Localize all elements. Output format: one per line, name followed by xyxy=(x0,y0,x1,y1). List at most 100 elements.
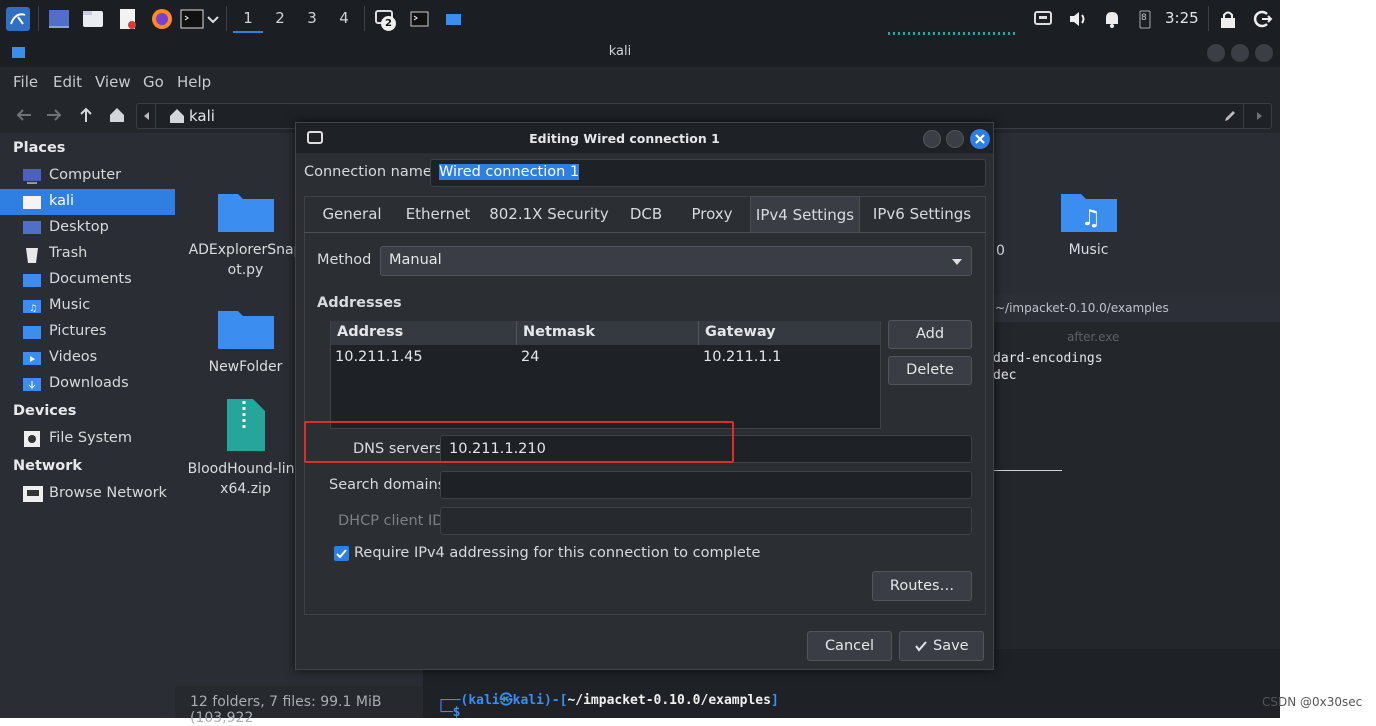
add-button[interactable]: Add xyxy=(888,320,972,349)
column-header-address[interactable]: Address xyxy=(331,321,517,345)
caret-left-icon[interactable] xyxy=(142,110,152,122)
sidebar-item-documents[interactable]: Documents xyxy=(0,267,175,293)
require-ipv4-checkbox[interactable] xyxy=(334,546,349,561)
terminal-output-line: dec xyxy=(993,368,1017,383)
cpu-graph xyxy=(888,32,1018,35)
sidebar-item-computer[interactable]: Computer xyxy=(0,163,175,189)
close-icon[interactable] xyxy=(970,129,990,149)
column-header-gateway[interactable]: Gateway xyxy=(699,321,880,345)
workspace-3[interactable]: 3 xyxy=(297,4,327,33)
notifications-bell-icon[interactable] xyxy=(1100,7,1124,31)
firefox-icon[interactable] xyxy=(150,7,174,31)
save-button[interactable]: Save xyxy=(899,631,984,661)
file-item[interactable]: ♫ Music xyxy=(1051,188,1126,260)
method-dropdown[interactable]: Manual xyxy=(380,246,972,276)
sidebar-item-desktop[interactable]: Desktop xyxy=(0,215,175,241)
cancel-button[interactable]: Cancel xyxy=(807,631,892,661)
top-panel: 1 2 3 4 2 8 3:25 xyxy=(0,0,1280,37)
menu-view[interactable]: View xyxy=(95,73,131,91)
forward-arrow-icon[interactable] xyxy=(45,107,63,123)
edit-connection-dialog: Editing Wired connection 1 Connection na… xyxy=(295,122,994,670)
menu-help[interactable]: Help xyxy=(177,73,211,91)
cell-netmask[interactable]: 24 xyxy=(521,349,539,365)
maximize-button[interactable] xyxy=(946,130,964,148)
workspace-1[interactable]: 1 xyxy=(233,4,263,33)
column-header-netmask[interactable]: Netmask xyxy=(517,321,699,345)
dropdown-arrow-icon xyxy=(951,258,963,266)
cell-address[interactable]: 10.211.1.45 xyxy=(335,349,423,365)
location-crumb[interactable]: kali xyxy=(189,107,215,125)
sidebar-item-downloads[interactable]: Downloads xyxy=(0,371,175,397)
file-manager-icon[interactable] xyxy=(81,7,105,31)
file-item[interactable]: BloodHound-linu x64.zip xyxy=(183,397,308,499)
dns-highlight-box xyxy=(304,421,734,463)
minimize-button[interactable] xyxy=(1207,44,1225,62)
home-icon[interactable] xyxy=(108,106,126,124)
svg-text:♫: ♫ xyxy=(29,304,37,314)
delete-button[interactable]: Delete xyxy=(888,356,972,385)
file-item[interactable]: ADExplorerSnap ot.py xyxy=(183,188,308,280)
text-editor-icon[interactable] xyxy=(116,7,140,31)
pictures-icon xyxy=(22,323,42,341)
chevron-down-icon[interactable] xyxy=(206,7,220,31)
clock[interactable]: 3:25 xyxy=(1165,9,1199,27)
terminal-task-icon[interactable] xyxy=(408,7,432,31)
menu-edit[interactable]: Edit xyxy=(53,73,82,91)
edit-location-pencil-icon[interactable] xyxy=(1223,109,1237,123)
documents-icon xyxy=(22,271,42,289)
back-arrow-icon[interactable] xyxy=(15,107,33,123)
network-editor-task-icon[interactable]: 2 xyxy=(374,7,398,31)
tab-proxy[interactable]: Proxy xyxy=(682,196,742,232)
cell-gateway[interactable]: 10.211.1.1 xyxy=(703,349,781,365)
terminal-output-line: dard-encodings xyxy=(993,351,1103,366)
kali-menu-icon[interactable] xyxy=(6,7,30,31)
volume-icon[interactable] xyxy=(1066,7,1090,31)
folder-icon xyxy=(217,311,274,349)
menu-go[interactable]: Go xyxy=(143,73,164,91)
network-status-icon[interactable] xyxy=(1032,7,1056,31)
caret-right-icon[interactable] xyxy=(1254,110,1264,122)
workspace-2[interactable]: 2 xyxy=(265,4,295,33)
sidebar-item-label: Pictures xyxy=(49,323,107,339)
task-count-badge: 2 xyxy=(381,16,396,31)
lock-icon[interactable] xyxy=(1216,7,1240,31)
tab-general[interactable]: General xyxy=(312,196,392,232)
desktop-icon xyxy=(22,219,42,237)
tab-ethernet[interactable]: Ethernet xyxy=(398,196,478,232)
sidebar-item-browse-network[interactable]: Browse Network xyxy=(0,481,175,507)
minimize-button[interactable] xyxy=(923,130,941,148)
tab-ipv4-settings[interactable]: IPv4 Settings xyxy=(750,196,860,232)
sidebar-item-trash[interactable]: Trash xyxy=(0,241,175,267)
file-label-after-exe: after.exe xyxy=(1067,330,1120,344)
show-desktop-icon[interactable] xyxy=(47,7,71,31)
drive-icon xyxy=(22,430,42,448)
window-title: kali xyxy=(608,44,632,59)
tab-ipv6-settings[interactable]: IPv6 Settings xyxy=(868,196,976,232)
file-item[interactable]: NewFolder xyxy=(183,305,308,377)
menu-file[interactable]: File xyxy=(13,73,38,91)
connection-name-field[interactable]: Wired connection 1 xyxy=(430,159,986,187)
close-button[interactable] xyxy=(1255,44,1273,62)
up-arrow-icon[interactable] xyxy=(77,106,95,124)
folder-task-icon[interactable] xyxy=(442,7,466,31)
sidebar-item-kali[interactable]: kali xyxy=(0,189,175,215)
require-ipv4-label[interactable]: Require IPv4 addressing for this connect… xyxy=(354,545,760,561)
network-icon xyxy=(22,485,43,503)
tab-8021x-security[interactable]: 802.1X Security xyxy=(488,196,610,232)
maximize-button[interactable] xyxy=(1231,44,1249,62)
workspace-4[interactable]: 4 xyxy=(329,4,359,33)
sidebar-item-label: File System xyxy=(49,430,132,446)
battery-icon[interactable]: 8 xyxy=(1138,7,1152,31)
logout-icon[interactable] xyxy=(1251,7,1275,31)
checkmark-icon xyxy=(914,640,928,652)
routes-button[interactable]: Routes… xyxy=(872,571,972,601)
table-row[interactable]: 10.211.1.45 24 10.211.1.1 xyxy=(331,347,880,371)
tab-dcb[interactable]: DCB xyxy=(620,196,672,232)
sidebar-item-music[interactable]: ♫ Music xyxy=(0,293,175,319)
terminal-launcher-icon[interactable] xyxy=(180,7,204,31)
sidebar-item-videos[interactable]: Videos xyxy=(0,345,175,371)
dhcp-client-id-field[interactable] xyxy=(440,507,972,535)
search-domains-field[interactable] xyxy=(440,471,972,499)
sidebar-item-file-system[interactable]: File System xyxy=(0,426,175,452)
sidebar-item-pictures[interactable]: Pictures xyxy=(0,319,175,345)
